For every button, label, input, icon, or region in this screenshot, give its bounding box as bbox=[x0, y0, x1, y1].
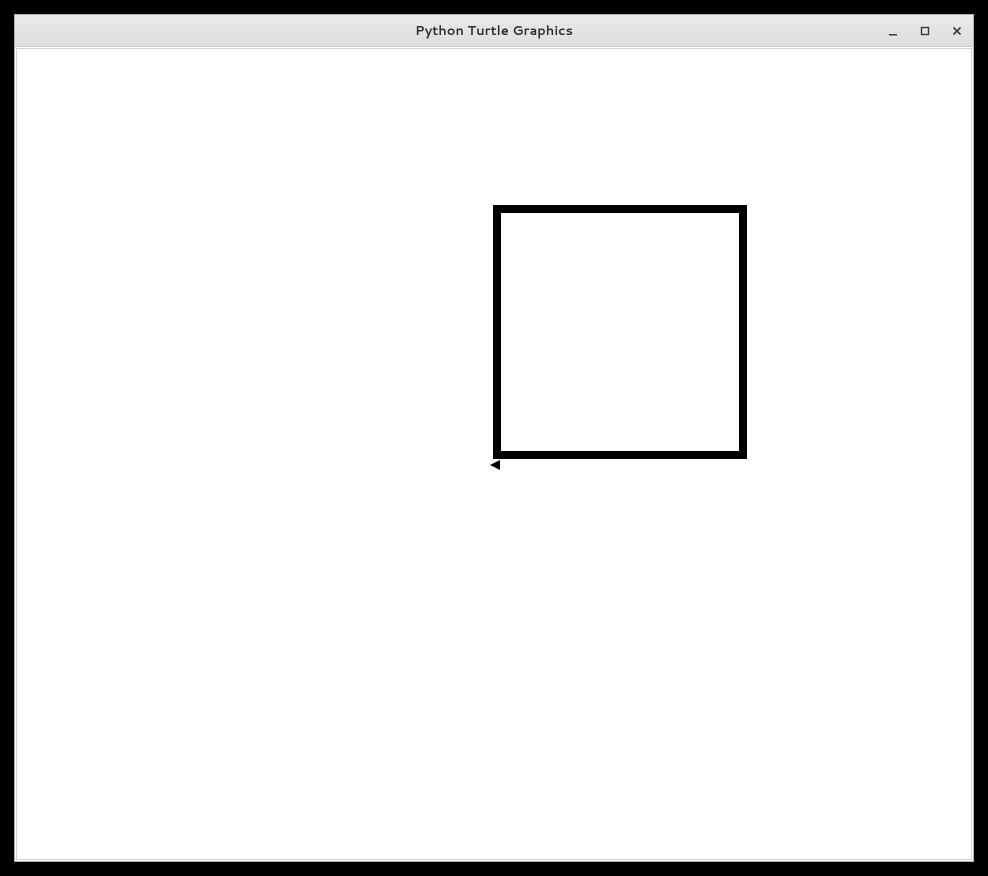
minimize-button[interactable] bbox=[883, 21, 903, 41]
window-controls bbox=[883, 15, 967, 47]
canvas-area bbox=[16, 48, 972, 860]
close-button[interactable] bbox=[947, 21, 967, 41]
maximize-icon bbox=[919, 25, 931, 37]
app-window: Python Turtle Graphics bbox=[14, 14, 974, 862]
window-title: Python Turtle Graphics bbox=[15, 22, 973, 40]
maximize-button[interactable] bbox=[915, 21, 935, 41]
turtle-canvas[interactable] bbox=[17, 49, 971, 859]
minimize-icon bbox=[887, 25, 899, 37]
titlebar[interactable]: Python Turtle Graphics bbox=[15, 15, 973, 47]
drawn-square bbox=[493, 205, 747, 459]
close-icon bbox=[951, 25, 963, 37]
turtle-cursor-icon bbox=[490, 460, 500, 470]
